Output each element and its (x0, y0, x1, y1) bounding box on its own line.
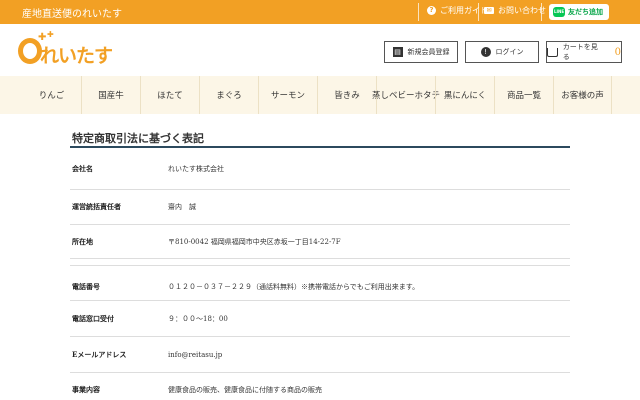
question-icon: ? (427, 6, 436, 15)
nav-item-black-garlic[interactable]: 黒にんにく (435, 76, 494, 114)
divider (541, 3, 542, 21)
info-row-hours: 電話窓口受付 ９：００～18：00 (70, 301, 570, 337)
top-bar: 産地直送便のれいたす ? ご利用ガイド ✉ お問い合わせ LINE 友だち追加 (0, 0, 640, 24)
info-row-business: 事業内容 健康食品の販売、健康食品に付随する商品の販売 (70, 373, 570, 400)
guide-link-label: ご利用ガイド (440, 6, 488, 15)
row-label: 事業内容 (72, 385, 100, 394)
row-label: 電話番号 (72, 282, 100, 291)
register-button-label: 新規会員登録 (407, 48, 450, 56)
row-value[interactable]: info@reitasu.jp (168, 351, 222, 359)
login-button-label: ログイン (495, 48, 524, 56)
cart-icon (547, 47, 558, 57)
info-row-address: 所在地 〒810-0042 福岡県福岡市中央区赤坂一丁目14-22-7F (70, 225, 570, 259)
nav-item-beef[interactable]: 国産牛 (81, 76, 140, 114)
contact-link[interactable]: ✉ お問い合わせ (484, 5, 546, 16)
info-row-manager: 運営統括責任者 齋内 誠 (70, 190, 570, 225)
nav-item-reviews[interactable]: お客様の声 (553, 76, 612, 114)
row-value: ０１２０－０３７－２２９（通話料無料）※携帯電話からでもご利用出来ます。 (168, 283, 420, 291)
line-add-friend-button[interactable]: LINE 友だち追加 (549, 4, 609, 20)
contact-link-label: お問い合わせ (498, 6, 546, 15)
nav-item-kimi[interactable]: 皆きみ (317, 76, 376, 114)
register-icon: ▤ (392, 47, 403, 57)
row-label: Eメールアドレス (72, 349, 127, 359)
row-label: 運営統括責任者 (72, 202, 121, 211)
nav-item-baby-scallop[interactable]: 蒸しベビーホタテ (372, 76, 440, 114)
nav-item-salmon[interactable]: サーモン (258, 76, 317, 114)
site-logo[interactable]: ✚ ✚ れいたす (18, 30, 118, 68)
row-value: 齋内 誠 (168, 203, 196, 211)
line-button-label: 友だち追加 (568, 8, 603, 16)
info-row-phone: 電話番号 ０１２０－０３７－２２９（通話料無料）※携帯電話からでもご利用出来ます… (70, 265, 570, 301)
divider (418, 3, 419, 21)
row-value: 〒810-0042 福岡県福岡市中央区赤坂一丁目14-22-7F (168, 237, 341, 246)
logo-text: れいたす (40, 45, 113, 67)
mail-icon: ✉ (484, 7, 494, 14)
row-value: 健康食品の販売、健康食品に付随する商品の販売 (168, 386, 322, 394)
nav-item-scallop[interactable]: ほたて (140, 76, 199, 114)
nav-item-apple[interactable]: りんご (22, 76, 81, 114)
login-button[interactable]: ! ログイン (465, 41, 539, 63)
site-header: ✚ ✚ れいたす ▤ 新規会員登録 ! ログイン カートを見る 0 (0, 24, 640, 76)
register-button[interactable]: ▤ 新規会員登録 (384, 41, 458, 63)
page-title: 特定商取引法に基づく表記 (70, 130, 570, 148)
logo-plus-icon: ✚ (47, 30, 54, 39)
cart-button-label: カートを見る (562, 43, 598, 61)
site-tagline: 産地直送便のれいたす (22, 9, 122, 20)
cart-button[interactable]: カートを見る 0 (546, 41, 622, 63)
row-label: 電話窓口受付 (72, 313, 114, 323)
info-row-company: 会社名 れいたす株式会社 (70, 148, 570, 190)
nav-item-products[interactable]: 商品一覧 (494, 76, 553, 114)
row-label: 会社名 (72, 163, 93, 173)
row-value: ９：００～18：00 (168, 314, 228, 323)
nav-item-tuna[interactable]: まぐろ (199, 76, 258, 114)
row-label: 所在地 (72, 236, 93, 246)
info-row-email: Eメールアドレス info@reitasu.jp (70, 337, 570, 373)
divider (478, 3, 479, 21)
row-value: れいたす株式会社 (168, 164, 224, 173)
login-icon: ! (480, 47, 491, 57)
cart-count: 0 (614, 46, 621, 58)
main-content: 特定商取引法に基づく表記 会社名 れいたす株式会社 運営統括責任者 齋内 誠 所… (70, 130, 570, 400)
line-icon: LINE (553, 7, 565, 17)
main-nav: りんご 国産牛 ほたて まぐろ サーモン 皆きみ 蒸しベビーホタテ 黒にんにく … (0, 76, 640, 114)
